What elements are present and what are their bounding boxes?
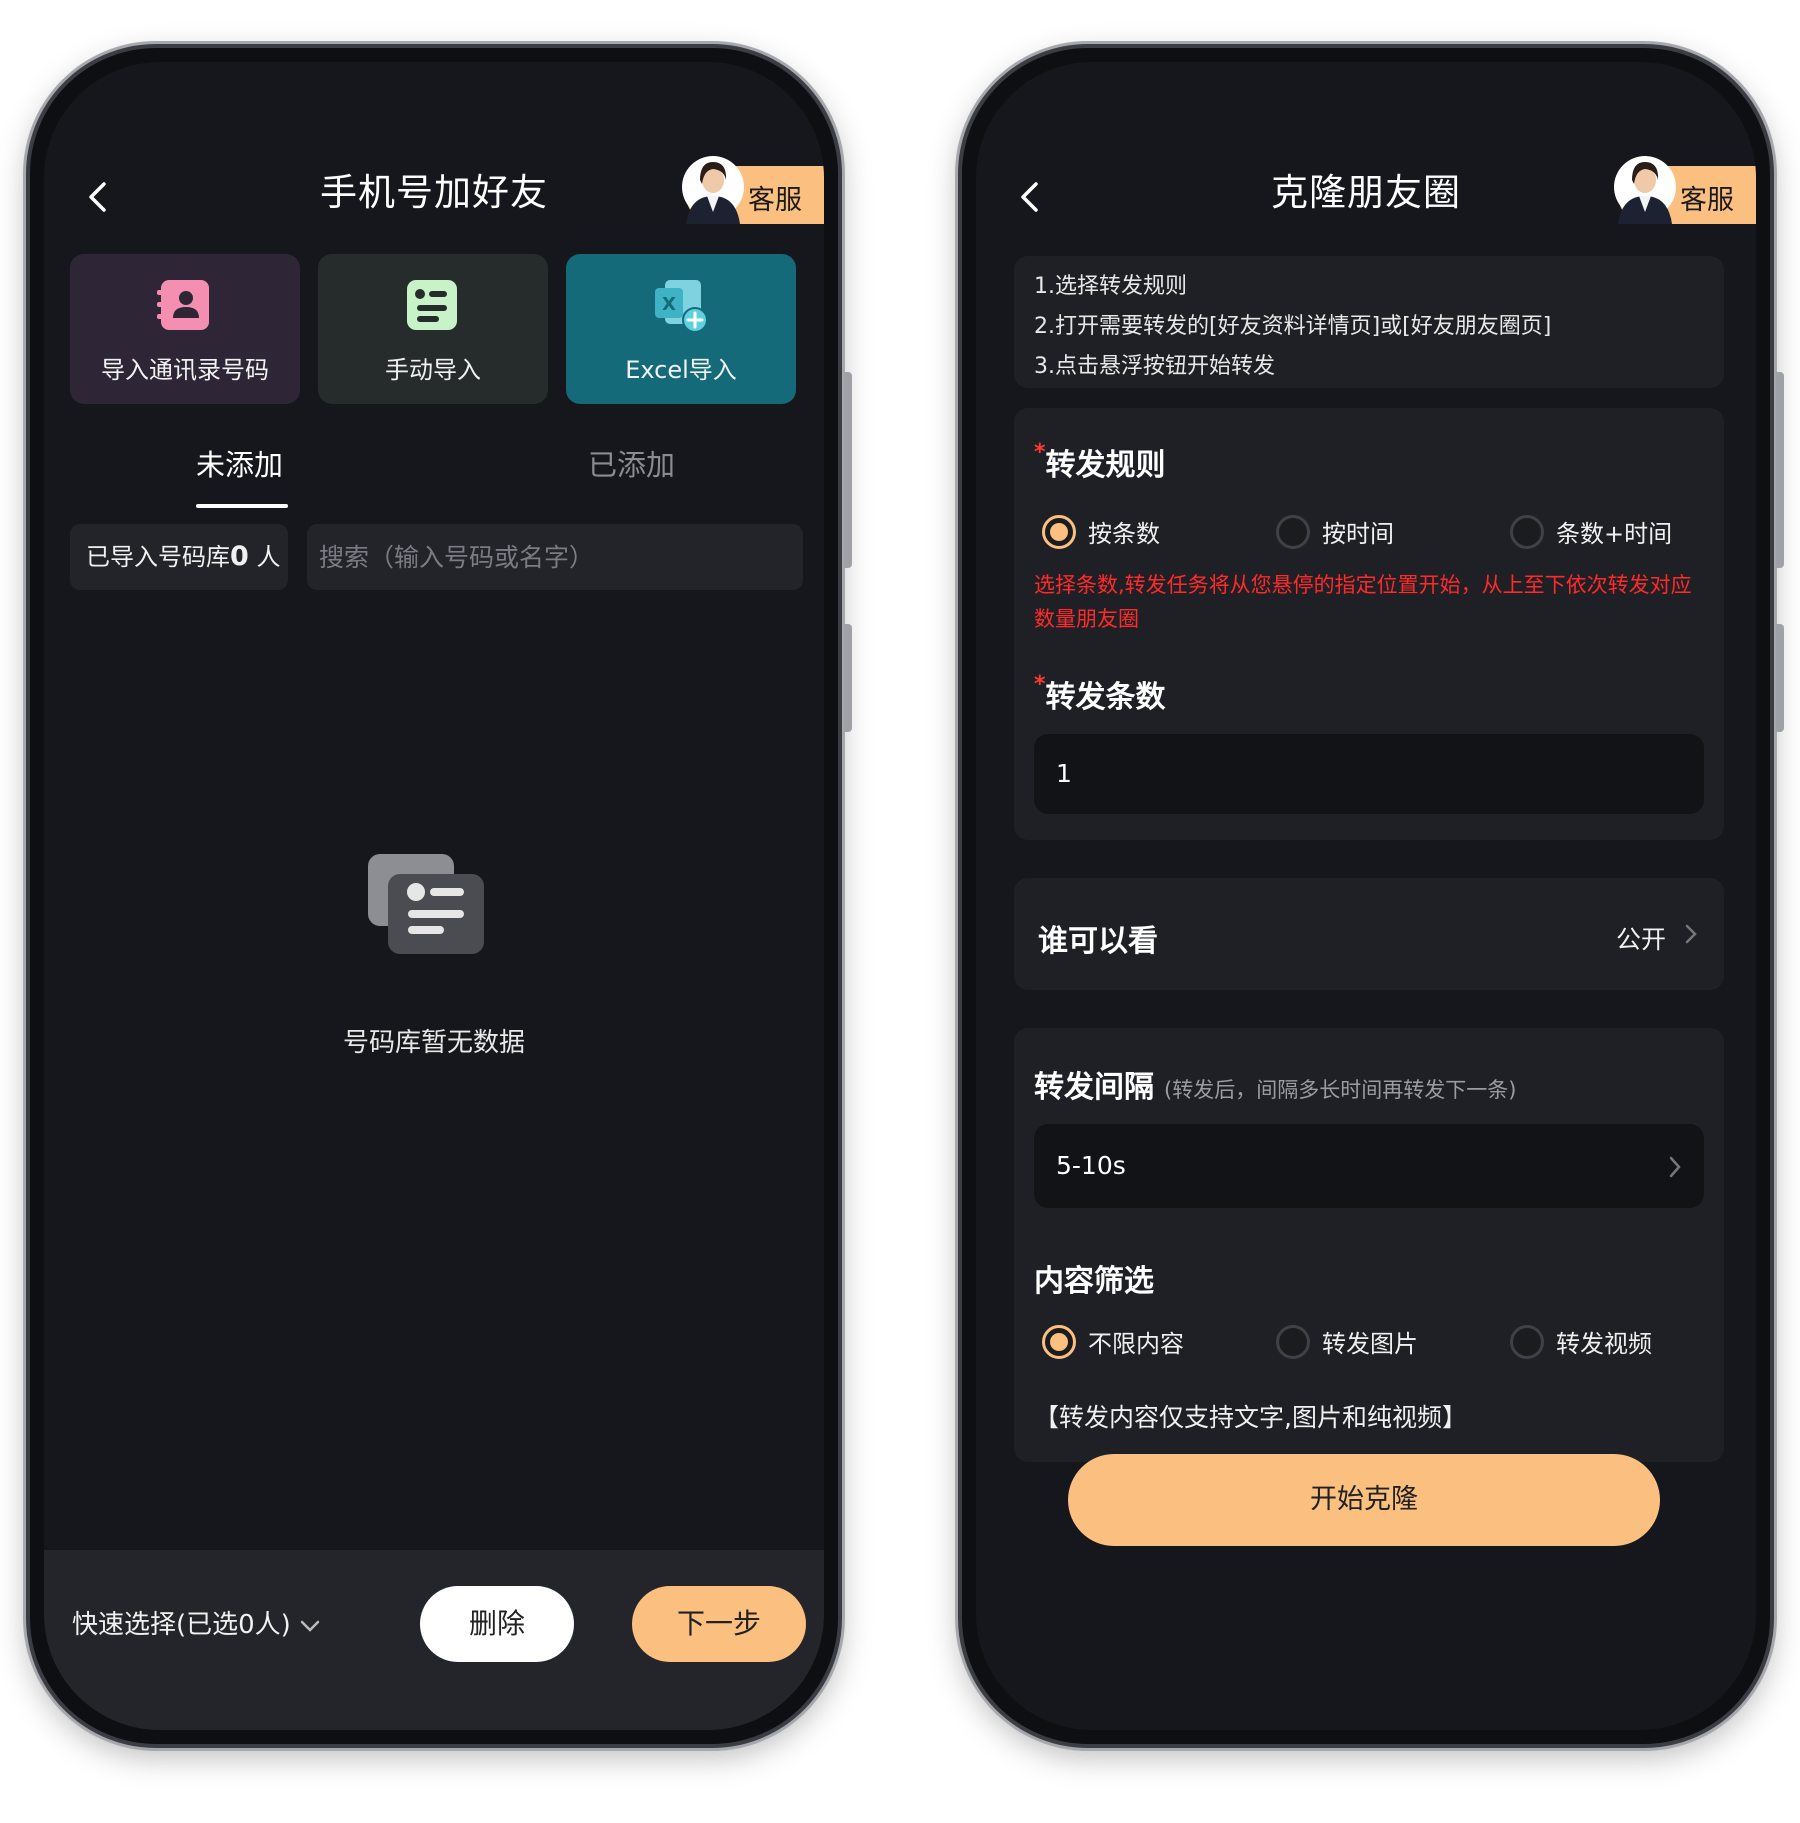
instruction-step: 3.点击悬浮按钮开始转发 bbox=[1034, 354, 1275, 379]
customer-service-label: 客服 bbox=[748, 185, 802, 216]
power-key bbox=[844, 372, 852, 568]
quick-select-dropdown[interactable]: 快速选择(已选0人) bbox=[72, 1604, 321, 1641]
rule-section-title: *转发规则 bbox=[1034, 440, 1166, 484]
interval-title: 转发间隔 bbox=[1034, 1070, 1154, 1105]
forward-count-input[interactable]: 1 bbox=[1034, 734, 1704, 814]
excel-import-label: Excel导入 bbox=[625, 356, 737, 384]
svg-text:X: X bbox=[662, 294, 676, 315]
rule-title: 转发规则 bbox=[1045, 448, 1166, 483]
forward-rule-card: *转发规则 按条数 按时间 条数+时间 选择条数,转发任务将从您悬停的指定位置开… bbox=[1014, 408, 1724, 840]
filter-option-label: 转发视频 bbox=[1556, 1330, 1652, 1358]
instructions-card: 1.选择转发规则 2.打开需要转发的[好友资料详情页]或[好友朋友圈页] 3.点… bbox=[1014, 256, 1724, 388]
quick-select-label: 快速选择(已选0人) bbox=[72, 1610, 291, 1640]
interval-filter-card: 转发间隔 (转发后，间隔多长时间再转发下一条) 5-10s 内容筛选 不限内容 转… bbox=[1014, 1028, 1724, 1462]
rule-option-count-time[interactable]: 条数+时间 bbox=[1510, 514, 1672, 549]
library-count: 0 bbox=[230, 541, 249, 572]
interval-picker[interactable]: 5-10s bbox=[1034, 1124, 1704, 1208]
import-contacts-label: 导入通讯录号码 bbox=[101, 356, 269, 384]
count-section-title: *转发条数 bbox=[1034, 672, 1166, 716]
visibility-value: 公开 bbox=[1615, 925, 1666, 954]
excel-import-button[interactable]: X Excel导入 bbox=[566, 254, 796, 404]
manual-import-label: 手动导入 bbox=[385, 356, 481, 384]
forward-count-value: 1 bbox=[1056, 759, 1072, 788]
instruction-step: 2.打开需要转发的[好友资料详情页]或[好友朋友圈页] bbox=[1034, 314, 1552, 339]
screen-clone-moments: 克隆朋友圈 客服 1.选择转发规则 2.打开需要转发的[好友资料详情页]或[好友… bbox=[976, 62, 1756, 1730]
next-step-button[interactable]: 下一步 bbox=[632, 1586, 806, 1662]
filter-option-videos[interactable]: 转发视频 bbox=[1510, 1324, 1652, 1359]
library-suffix: 人 bbox=[256, 543, 281, 571]
radio-unselected-icon bbox=[1276, 514, 1310, 549]
phone-frame-left: 手机号加好友 客服 导入通讯录号码 手动导入 X Excel导入 未添加 已添加… bbox=[26, 44, 852, 1748]
count-title: 转发条数 bbox=[1045, 680, 1166, 715]
library-prefix: 已导入号码库 bbox=[86, 543, 230, 571]
bottom-action-bar: 快速选择(已选0人) 删除 下一步 bbox=[44, 1550, 824, 1730]
filter-option-any[interactable]: 不限内容 bbox=[1042, 1324, 1184, 1359]
contact-card-icon bbox=[157, 280, 209, 330]
chevron-right-icon bbox=[1669, 1156, 1681, 1178]
rule-option-label: 按时间 bbox=[1322, 520, 1394, 548]
empty-library-icon bbox=[368, 854, 484, 954]
radio-selected-icon bbox=[1042, 1324, 1076, 1359]
volume-key bbox=[1776, 624, 1784, 732]
filter-option-label: 不限内容 bbox=[1088, 1330, 1184, 1358]
rule-option-label: 按条数 bbox=[1088, 520, 1160, 548]
customer-service-button[interactable]: 客服 bbox=[1614, 156, 1756, 224]
screen-add-friends: 手机号加好友 客服 导入通讯录号码 手动导入 X Excel导入 未添加 已添加… bbox=[44, 62, 824, 1730]
radio-selected-icon bbox=[1042, 514, 1076, 549]
instruction-step: 1.选择转发规则 bbox=[1034, 274, 1187, 299]
rule-option-time[interactable]: 按时间 bbox=[1276, 514, 1394, 549]
excel-add-icon: X bbox=[655, 280, 708, 333]
required-mark: * bbox=[1034, 672, 1046, 697]
filter-note: 【转发内容仅支持文字,图片和纯视频】 bbox=[1034, 1403, 1467, 1432]
delete-button[interactable]: 删除 bbox=[420, 1586, 574, 1662]
chevron-right-icon bbox=[1685, 924, 1697, 944]
start-clone-button[interactable]: 开始克隆 bbox=[1068, 1454, 1660, 1546]
library-count-badge: 已导入号码库0 人 bbox=[70, 524, 288, 590]
tab-not-added[interactable]: 未添加 bbox=[196, 442, 283, 484]
chevron-down-icon bbox=[300, 1620, 320, 1632]
visibility-row[interactable]: 谁可以看 公开 bbox=[1014, 878, 1724, 990]
agent-avatar-icon bbox=[682, 156, 744, 224]
search-input[interactable] bbox=[307, 524, 803, 590]
interval-section-title: 转发间隔 (转发后，间隔多长时间再转发下一条) bbox=[1034, 1062, 1516, 1106]
document-list-icon bbox=[407, 280, 457, 330]
rule-option-count[interactable]: 按条数 bbox=[1042, 514, 1160, 549]
radio-unselected-icon bbox=[1510, 514, 1544, 549]
rule-warning-text: 选择条数,转发任务将从您悬停的指定位置开始，从上至下依次转发对应数量朋友圈 bbox=[1034, 573, 1692, 631]
agent-avatar-icon bbox=[1614, 156, 1676, 224]
power-key bbox=[1776, 372, 1784, 568]
import-contacts-button[interactable]: 导入通讯录号码 bbox=[70, 254, 300, 404]
filter-option-label: 转发图片 bbox=[1322, 1330, 1418, 1358]
empty-state-text: 号码库暂无数据 bbox=[342, 1028, 525, 1058]
volume-key bbox=[844, 624, 852, 732]
customer-service-label: 客服 bbox=[1680, 185, 1734, 216]
phone-frame-right: 克隆朋友圈 客服 1.选择转发规则 2.打开需要转发的[好友资料详情页]或[好友… bbox=[958, 44, 1784, 1748]
customer-service-button[interactable]: 客服 bbox=[682, 156, 824, 224]
active-tab-indicator bbox=[196, 504, 288, 508]
radio-unselected-icon bbox=[1276, 1324, 1310, 1359]
radio-unselected-icon bbox=[1510, 1324, 1544, 1359]
required-mark: * bbox=[1034, 440, 1046, 465]
rule-option-label: 条数+时间 bbox=[1556, 520, 1673, 548]
tab-added[interactable]: 已添加 bbox=[588, 442, 675, 484]
filter-section-title: 内容筛选 bbox=[1034, 1264, 1154, 1299]
visibility-label: 谁可以看 bbox=[1038, 924, 1158, 959]
manual-import-button[interactable]: 手动导入 bbox=[318, 254, 548, 404]
interval-value: 5-10s bbox=[1056, 1151, 1126, 1180]
filter-option-images[interactable]: 转发图片 bbox=[1276, 1324, 1418, 1359]
interval-hint: (转发后，间隔多长时间再转发下一条) bbox=[1164, 1078, 1517, 1102]
